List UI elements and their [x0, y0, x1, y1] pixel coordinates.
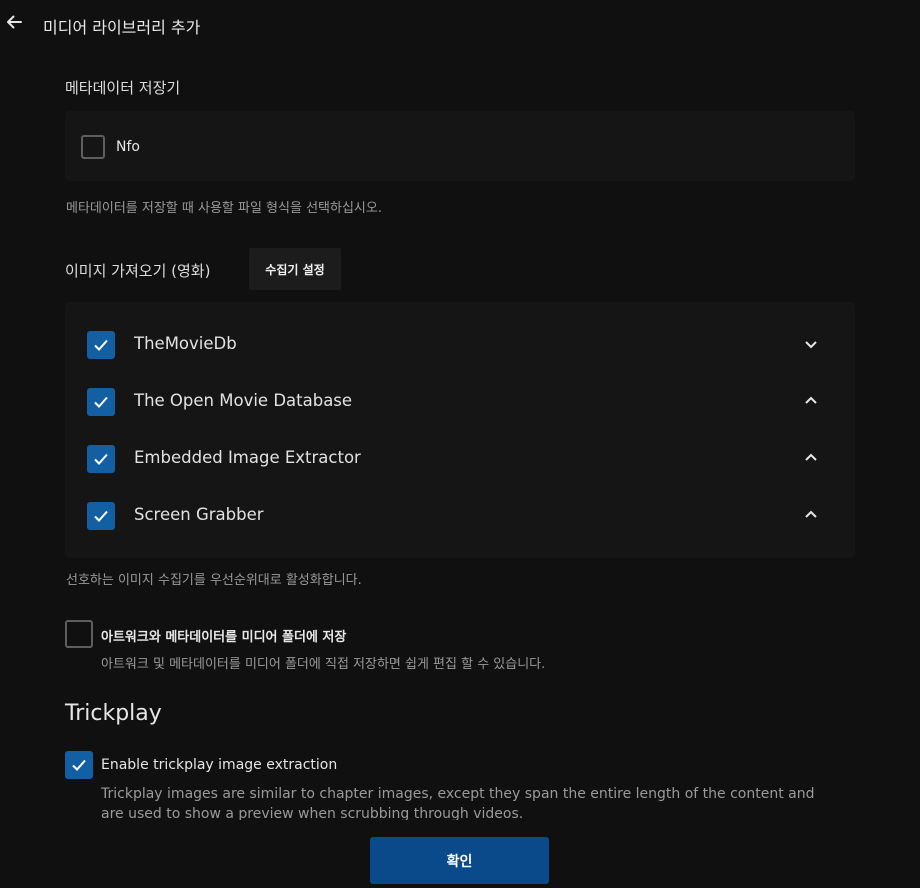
check-icon: [94, 396, 108, 408]
image-fetchers-help: 선호하는 이미지 수집기를 우선순위대로 활성화합니다.: [66, 573, 362, 588]
trickplay-help: Trickplay images are similar to chapter …: [101, 786, 815, 820]
check-icon: [72, 759, 86, 771]
fetcher-settings-button[interactable]: 수집기 설정: [249, 248, 341, 290]
header: 미디어 라이브러리 추가: [0, 0, 920, 48]
metadata-savers-panel: [65, 111, 855, 181]
chevron-up-icon[interactable]: [803, 450, 819, 466]
enable-trickplay-checkbox[interactable]: [65, 751, 93, 779]
fetcher-label-themoviedb: TheMovieDb: [134, 334, 237, 353]
arrow-left-icon[interactable]: [4, 12, 24, 32]
ok-button[interactable]: 확인: [370, 837, 549, 884]
save-local-metadata-checkbox[interactable]: [65, 620, 93, 648]
nfo-label: Nfo: [116, 139, 140, 155]
fetcher-checkbox-omdb[interactable]: [87, 388, 115, 416]
check-icon: [94, 453, 108, 465]
metadata-savers-help: 메타데이터를 저장할 때 사용할 파일 형식을 선택하십시오.: [66, 201, 382, 216]
enable-trickplay-label: Enable trickplay image extraction: [101, 757, 338, 773]
check-icon: [94, 510, 108, 522]
save-local-metadata-label: 아트워크와 메타데이터를 미디어 폴더에 저장: [101, 630, 347, 645]
fetcher-label-screen-grabber: Screen Grabber: [134, 505, 264, 524]
page-title: 미디어 라이브러리 추가: [43, 18, 201, 37]
fetcher-label-omdb: The Open Movie Database: [134, 391, 353, 410]
dialog-footer: 확인: [0, 820, 920, 888]
dialog-content[interactable]: 메타데이터 저장기 Nfo 메타데이터를 저장할 때 사용할 파일 형식을 선택…: [0, 48, 920, 820]
chevron-up-icon[interactable]: [803, 507, 819, 523]
nfo-checkbox[interactable]: [81, 135, 105, 159]
save-local-metadata-help: 아트워크 및 메타데이터를 미디어 폴더에 직접 저장하면 쉽게 편집 할 수 …: [101, 657, 546, 672]
fetcher-checkbox-embedded-image-extractor[interactable]: [87, 445, 115, 473]
fetcher-label-embedded-image-extractor: Embedded Image Extractor: [134, 448, 361, 467]
trickplay-heading: Trickplay: [65, 701, 162, 726]
check-icon: [94, 339, 108, 351]
metadata-savers-label: 메타데이터 저장기: [65, 79, 181, 97]
fetcher-checkbox-themoviedb[interactable]: [87, 331, 115, 359]
fetcher-checkbox-screen-grabber[interactable]: [87, 502, 115, 530]
chevron-down-icon[interactable]: [803, 336, 819, 352]
image-fetchers-label: 이미지 가져오기 (영화): [65, 262, 211, 280]
chevron-up-icon[interactable]: [803, 393, 819, 409]
